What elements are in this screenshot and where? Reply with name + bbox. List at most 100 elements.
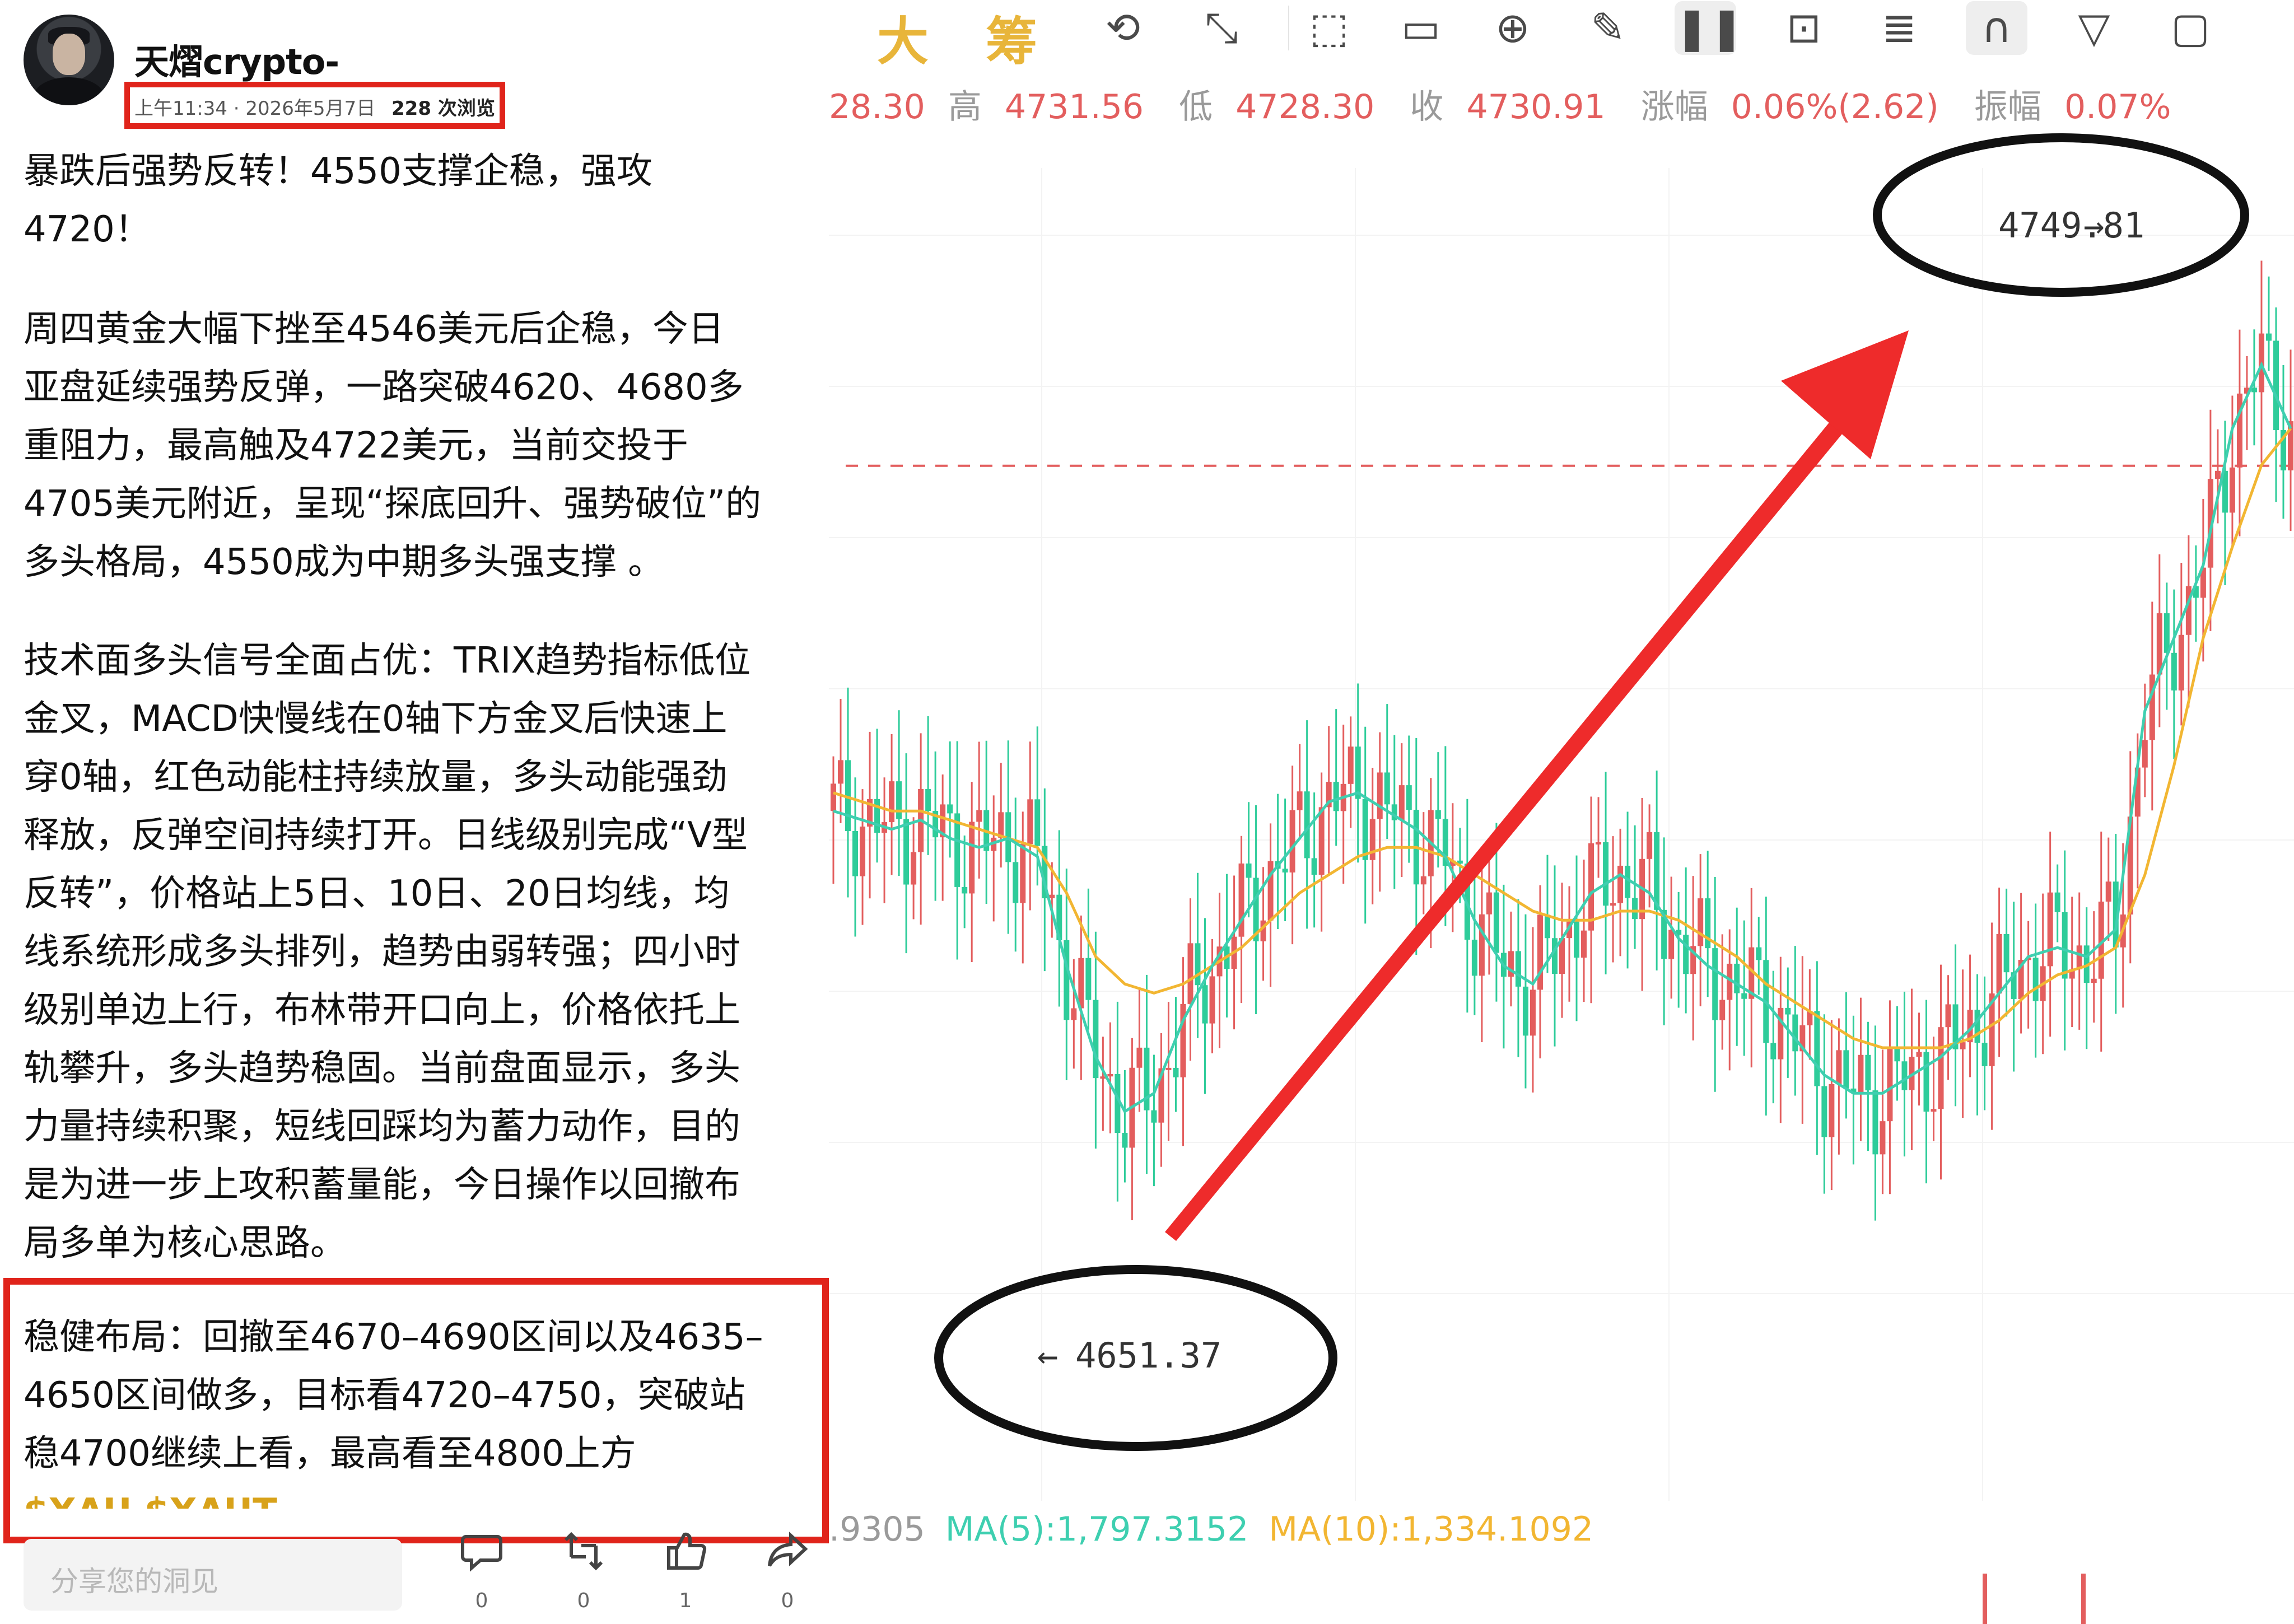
candle-up [2178,634,2184,690]
candle-up [1610,903,1616,906]
text-line: 重阻力，最高触及4722美元，当前交投于 [24,425,688,466]
candle-up [1136,1047,1143,1068]
comment-button[interactable]: 0 [448,1529,515,1612]
like-button[interactable]: 1 [652,1529,719,1612]
candles-group [831,260,2293,1221]
candle-up [2156,613,2162,675]
candle-down [2171,652,2177,690]
candle-up [1617,865,1624,903]
candle-down [1173,1067,1179,1077]
high-price-label: 4749.81 [1998,205,2144,246]
candle-up [911,852,917,885]
arrow-shaft [1165,358,1895,1241]
candle-down [1384,772,1390,805]
candle-down [1093,1000,1099,1079]
candle-up [1996,934,2002,994]
volume-bar [1983,1574,1987,1624]
strategy-highlight-box [3,1278,829,1543]
candle-down [1435,810,1441,819]
candle-down [1901,1061,1908,1090]
candle-down [903,819,910,885]
high-price-arrow: → [2083,205,2104,246]
candle-up [1398,785,1405,820]
chart-panel[interactable]: 大 筹 ⟲ ⤡ ⬚ ▭ ⊕ ✎ ❚❚ ⊡ ≣ ∩ ▽ ▢ 28.30 高 473… [829,0,2294,1624]
repost-count: 0 [577,1589,590,1612]
candle-up [969,822,975,894]
ma-readout: .9305 MA(5):1,797.3152 MA(10):1,334.1092 [829,1510,1593,1549]
candle-up [1289,810,1295,872]
candle-down [1195,943,1201,986]
comment-input[interactable]: 分享您的洞见 [24,1539,402,1611]
candle-up [2076,945,2082,969]
ma5-value: MA(5):1,797.3152 [945,1510,1249,1549]
candle-down [1792,1014,1798,1052]
text-line: 轨攀升，多头趋势稳固。当前盘面显示，多头 [24,1048,740,1089]
candle-up [1887,1049,1893,1122]
candle-up [1880,1121,1886,1155]
candle-up [1420,876,1426,885]
candle-down [1712,948,1718,1020]
candlestick-chart[interactable]: 4749.81 → ← 4651.37 [829,0,2294,1624]
candle-up [1479,914,1485,976]
candle-down [1471,940,1477,976]
low-price-label: 4651.37 [1075,1335,1221,1376]
candle-down [1144,1047,1150,1110]
candle-up [1938,1027,1944,1109]
candle-up [831,783,836,811]
trend-arrow [1165,330,1909,1241]
text-line: 4720！ [24,209,151,250]
volume-bars [1983,1574,2086,1624]
candle-down [1741,993,1747,999]
candle-up [1297,791,1303,810]
candle-up [2236,393,2242,468]
candle-down [1974,1010,1980,1043]
candle-up [1318,807,1325,875]
candle-down [1603,842,1609,906]
candle-up [1916,1052,1922,1057]
comment-placeholder: 分享您的洞见 [50,1565,218,1598]
candle-up [976,810,982,822]
candle-down [1064,940,1070,1020]
candle-down [1355,746,1361,799]
candle-down [1770,1043,1777,1060]
candle-up [1668,930,1675,959]
ma-prefix-value: .9305 [829,1510,925,1549]
candle-up [1719,1000,1726,1020]
avatar[interactable] [24,15,114,105]
text-line: 线系统形成多头排列，趋势由弱转强；四小时 [24,931,740,973]
candle-up [1698,898,1704,946]
text-line: 4705美元附近，呈现“探底回升、强势破位”的 [24,483,762,525]
candle-down [1202,985,1208,1024]
candle-up [889,781,895,823]
comment-count: 0 [475,1589,488,1612]
candle-down [1574,921,1580,958]
candle-up [1377,772,1383,819]
candle-down [1151,1110,1157,1123]
repost-button[interactable]: 0 [550,1529,617,1612]
candle-up [2214,470,2221,479]
text-line: 周四黄金大幅下挫至4546美元后企稳，今日 [24,309,724,350]
candle-down [2273,340,2279,430]
candle-up [1209,976,1215,1024]
avatar-body [34,77,104,105]
candle-up [1165,1067,1172,1070]
candle-down [947,804,953,814]
candle-up [1020,844,1026,903]
candle-down [1865,1054,1871,1091]
comment-icon [459,1529,504,1574]
text-line: 释放，反弹空间持续打开。日线级别完成“V型 [24,815,748,856]
candle-up [2142,740,2148,768]
share-icon [765,1529,810,1574]
candle-up [1931,1109,1937,1112]
post-paragraph-market: 周四黄金大幅下挫至4546美元后企稳，今日 亚盘延续强势反弹，一路突破4620、… [24,300,819,591]
candle-up [1858,1054,1864,1093]
username[interactable]: 天熠crypto- [134,34,339,84]
candle-down [852,831,859,876]
share-button[interactable]: 0 [754,1529,821,1612]
candle-down [1654,832,1660,910]
text-line: 力量持续积聚，短线回踩均为蓄力动作，目的 [24,1106,740,1147]
candle-down [1311,858,1317,875]
candle-up [1530,990,1536,1036]
candle-down [1493,892,1499,953]
candle-down [2003,934,2009,973]
